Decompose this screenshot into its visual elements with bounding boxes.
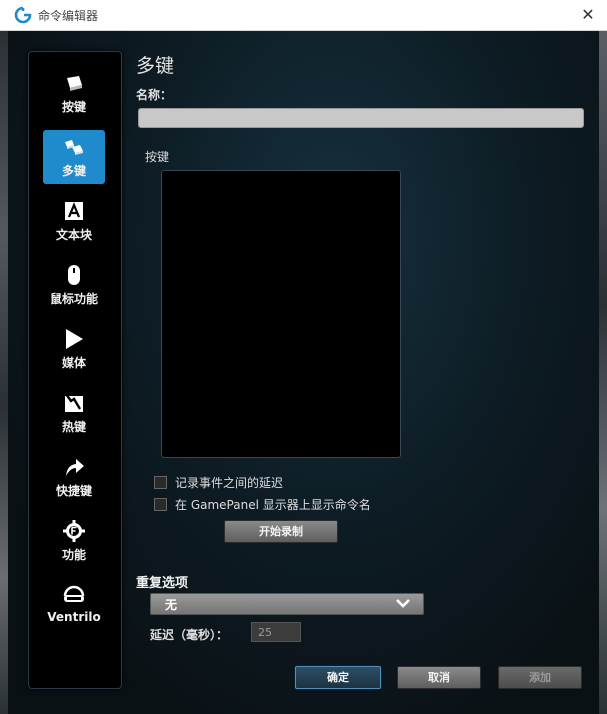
sidebar-item-label: Ventrilo <box>47 610 101 624</box>
sidebar-item-ventrilo[interactable]: Ventrilo <box>43 578 105 632</box>
sidebar-item-label: 文本块 <box>55 228 92 242</box>
command-type-sidebar: 按键 多键 文本块 鼠标功能 媒体 热键 快捷键 功能 Ventrilo <box>28 51 122 689</box>
command-editor-window: 命令编辑器 ✕ 按键 多键 文本块 鼠标功能 媒体 热键 快捷键 功能 Vent… <box>0 0 607 714</box>
delay-label: 延迟（毫秒）： <box>150 628 229 642</box>
sidebar-item-multikey[interactable]: 多键 <box>43 130 105 184</box>
record-delays-checkbox[interactable] <box>154 476 167 489</box>
sidebar-item-label: 按键 <box>61 100 86 114</box>
sidebar-item-mouse-function[interactable]: 鼠标功能 <box>43 258 105 312</box>
ok-button[interactable]: 确定 <box>295 666 381 689</box>
shortcut-arrow-icon <box>66 459 84 476</box>
function-gear-icon <box>63 520 85 542</box>
cancel-button[interactable]: 取消 <box>397 666 481 689</box>
sidebar-item-media[interactable]: 媒体 <box>43 322 105 376</box>
show-name-option[interactable]: 在 GamePanel 显示器上显示命令名 <box>154 496 371 513</box>
sidebar-item-label: 多键 <box>61 164 86 178</box>
add-button[interactable]: 添加 <box>498 666 582 689</box>
title-bar: 命令编辑器 ✕ <box>0 0 607 31</box>
key-icon <box>67 76 82 91</box>
play-icon <box>66 329 83 349</box>
dialog-content: 按键 多键 文本块 鼠标功能 媒体 热键 快捷键 功能 Ventrilo 多键 … <box>8 31 599 714</box>
delay-input[interactable]: 25 <box>251 622 301 642</box>
logitech-g-logo-icon <box>14 6 32 24</box>
start-recording-button[interactable]: 开始录制 <box>224 520 338 543</box>
sidebar-item-label: 热键 <box>61 420 86 434</box>
record-delays-label: 记录事件之间的延迟 <box>175 476 284 490</box>
sidebar-item-function[interactable]: 功能 <box>43 514 105 568</box>
sidebar-item-text-block[interactable]: 文本块 <box>43 194 105 248</box>
show-name-label: 在 GamePanel 显示器上显示命令名 <box>175 498 371 512</box>
sidebar-item-label: 功能 <box>61 548 86 562</box>
hotkey-icon <box>65 393 83 412</box>
name-label: 名称： <box>136 88 173 102</box>
mouse-icon <box>68 265 80 285</box>
page-title: 多键 <box>136 55 175 77</box>
repeat-selected-value: 无 <box>165 598 178 612</box>
chevron-down-icon <box>396 599 410 608</box>
multi-key-icon <box>65 140 83 155</box>
text-block-icon <box>65 202 83 220</box>
name-input[interactable] <box>138 108 584 128</box>
window-title: 命令编辑器 <box>38 9 99 23</box>
sidebar-item-hotkey[interactable]: 热键 <box>43 386 105 440</box>
repeat-options-label: 重复选项 <box>136 576 189 591</box>
sidebar-item-shortcut[interactable]: 快捷键 <box>43 450 105 504</box>
sidebar-item-label: 媒体 <box>61 356 86 370</box>
keys-label: 按键 <box>145 150 170 164</box>
show-name-checkbox[interactable] <box>154 498 167 511</box>
recorded-keys-list[interactable] <box>161 170 401 458</box>
headset-icon <box>63 585 85 602</box>
repeat-options-select[interactable]: 无 <box>150 593 424 615</box>
sidebar-item-keystroke[interactable]: 按键 <box>43 66 105 120</box>
close-icon[interactable]: ✕ <box>577 4 599 26</box>
record-delays-option[interactable]: 记录事件之间的延迟 <box>154 474 283 491</box>
sidebar-item-label: 快捷键 <box>55 484 92 498</box>
sidebar-item-label: 鼠标功能 <box>49 292 98 306</box>
